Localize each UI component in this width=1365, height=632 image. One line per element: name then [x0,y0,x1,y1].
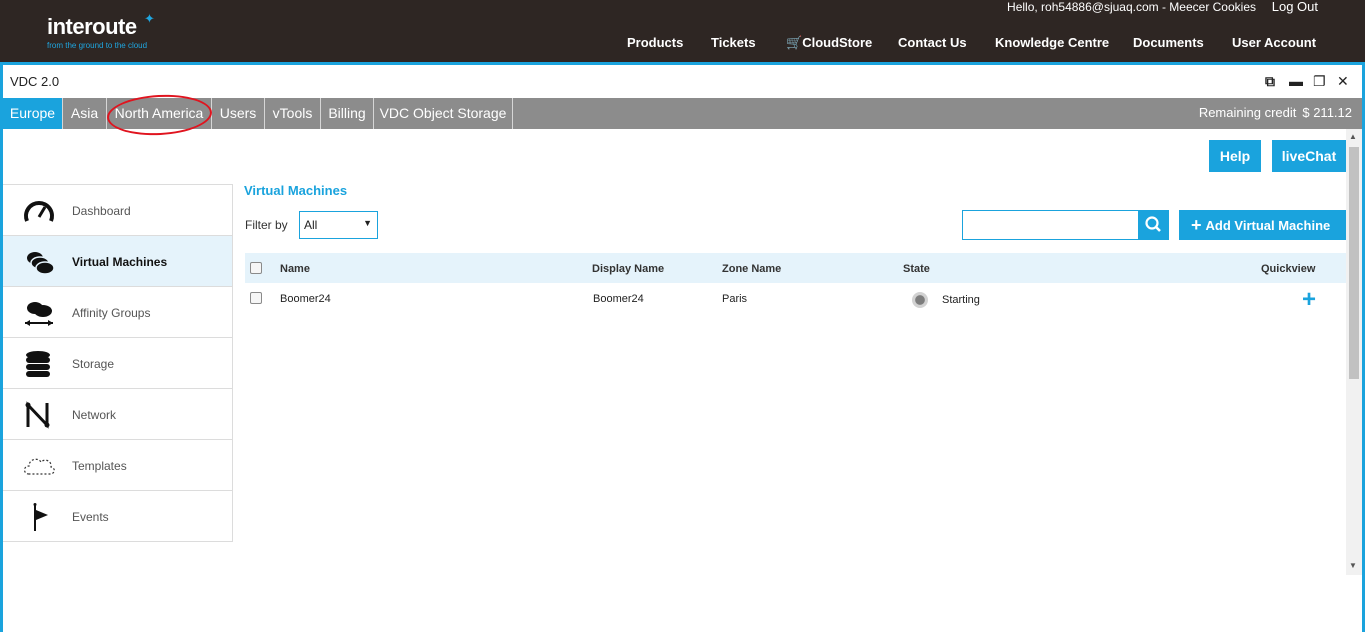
database-icon [26,351,50,377]
credit-label: Remaining credit [1198,105,1297,120]
tab-europe[interactable]: Europe [3,98,63,129]
filter-select[interactable]: All ▼ [299,211,378,239]
region-tabs: Europe Asia North America Users vTools B… [3,98,1362,129]
tab-vtools[interactable]: vTools [265,98,321,129]
help-button[interactable]: Help [1209,140,1261,172]
window-title: VDC 2.0 [10,74,60,89]
add-virtual-machine-label: Add Virtual Machine [1205,218,1331,233]
sparkle-icon: ✦ [144,11,155,26]
sidebar-item-label: Templates [72,459,127,473]
add-virtual-machine-button[interactable]: + Add Virtual Machine [1179,210,1346,240]
nav-contact-us[interactable]: Contact Us [898,35,967,50]
select-all-checkbox[interactable] [250,262,262,274]
column-quickview: Quickview [1261,263,1316,275]
scroll-up-icon[interactable]: ▲ [1349,132,1357,141]
sidebar-item-dashboard[interactable]: Dashboard [3,185,232,236]
tab-asia[interactable]: Asia [63,98,107,129]
sidebar-item-label: Storage [72,357,115,371]
nav-cloudstore[interactable]: 🛒CloudStore [786,35,872,51]
sidebar-item-label: Affinity Groups [72,306,151,320]
flag-icon [33,503,48,531]
cloud-arrows-icon [25,302,53,326]
remaining-credit: Remaining credit $ 211.12 [1199,105,1352,120]
row-checkbox[interactable] [250,292,262,304]
cloud-stack-icon [27,252,55,275]
close-icon[interactable]: ✕ [1337,73,1349,90]
nav-user-account[interactable]: User Account [1232,35,1316,50]
sidebar-item-events[interactable]: Events [3,491,232,542]
vm-display-name: Boomer24 [593,293,644,305]
nav-documents[interactable]: Documents [1133,35,1204,50]
popout-icon[interactable]: ⧉ [1265,73,1275,90]
column-zone-name[interactable]: Zone Name [722,263,781,275]
livechat-button[interactable]: liveChat [1272,140,1346,172]
window-titlebar: VDC 2.0 ⧉ ▬ ❐ ✕ [3,65,1362,98]
filter-value: All [304,218,318,232]
dropdown-arrow-icon: ▼ [363,218,372,228]
scroll-down-icon[interactable]: ▼ [1349,561,1357,570]
sidebar-item-affinity-groups[interactable]: Affinity Groups [3,287,232,338]
main-nav: Products Tickets 🛒CloudStore Contact Us … [0,35,1365,51]
sidebar-item-templates[interactable]: Templates [3,440,232,491]
nav-tickets[interactable]: Tickets [711,35,756,50]
column-display-name[interactable]: Display Name [592,263,664,275]
search-input[interactable] [962,210,1139,240]
minimize-icon[interactable]: ▬ [1289,73,1303,89]
vm-zone: Paris [722,293,748,305]
vm-state: Starting [942,294,980,306]
column-name[interactable]: Name [280,263,310,275]
quickview-plus-icon[interactable]: + [1302,286,1316,314]
nav-knowledge-centre[interactable]: Knowledge Centre [995,35,1109,50]
gauge-icon [24,201,54,222]
network-icon [25,401,50,429]
vm-name[interactable]: Boomer24 [280,293,331,305]
sidebar-item-label: Virtual Machines [72,255,168,269]
sidebar-item-label: Dashboard [72,204,131,218]
user-greeting: Hello, roh54886@sjuaq.com - Meecer Cooki… [1007,0,1256,14]
sidebar-item-virtual-machines[interactable]: Virtual Machines [3,236,232,287]
cart-icon: 🛒 [786,35,803,50]
page-title: Virtual Machines [244,183,348,198]
site-header: interoute from the ground to the cloud ✦… [0,0,1365,62]
column-state[interactable]: State [903,263,930,275]
vertical-scrollbar[interactable]: ▲ ▼ [1346,129,1362,575]
sidebar-item-network[interactable]: Network [3,389,232,440]
scroll-thumb[interactable] [1349,147,1359,379]
plus-icon: + [1191,215,1202,235]
tab-north-america[interactable]: North America [107,98,212,129]
dashed-cloud-icon [23,458,55,475]
nav-cloudstore-label: CloudStore [802,35,873,50]
restore-icon[interactable]: ❐ [1313,73,1326,90]
search-button[interactable] [1138,210,1169,240]
table-header: Name Display Name Zone Name State Quickv… [245,253,1346,283]
search-icon [1145,216,1161,232]
state-indicator-icon [912,292,928,308]
sidebar-item-label: Events [72,510,109,524]
nav-products[interactable]: Products [627,35,683,50]
tab-vdc-object-storage[interactable]: VDC Object Storage [374,98,513,129]
tab-billing[interactable]: Billing [321,98,374,129]
tab-users[interactable]: Users [212,98,265,129]
sidebar-item-label: Network [72,408,117,422]
credit-amount: $ 211.12 [1302,105,1352,120]
table-row[interactable]: Boomer24 Boomer24 Paris Starting + [245,284,1346,316]
filter-label: Filter by [245,218,288,232]
sidebar-item-storage[interactable]: Storage [3,338,232,389]
sidebar: Dashboard Virtual Machines Affinity Grou… [3,184,233,542]
logout-link[interactable]: Log Out [1272,0,1318,14]
